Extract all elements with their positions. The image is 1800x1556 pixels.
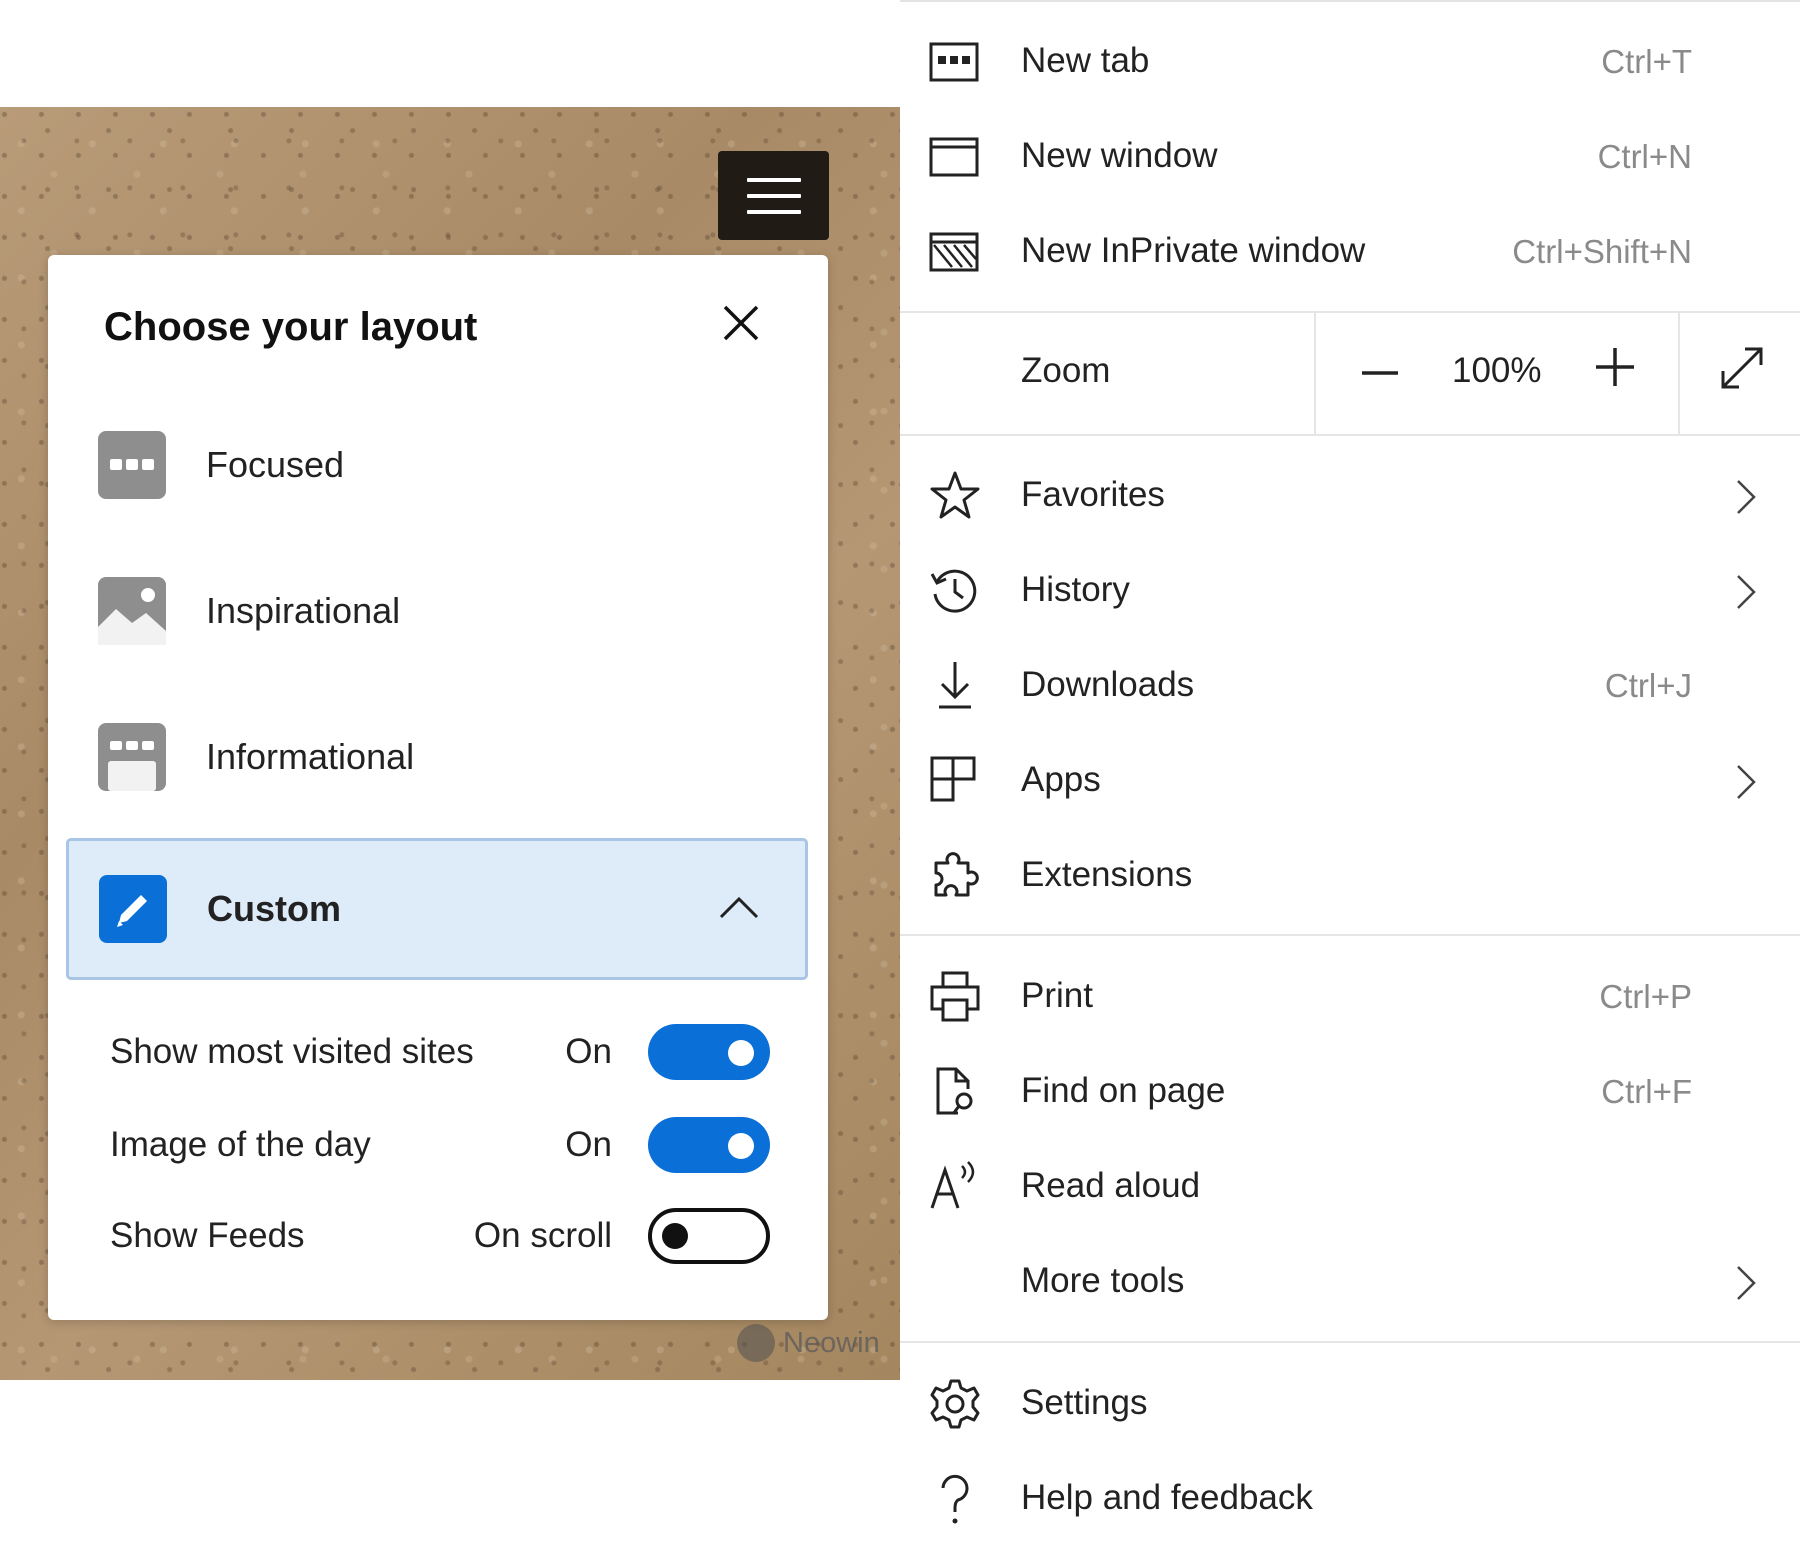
neowin-logo-icon — [737, 1324, 775, 1362]
menu-item-label: More tools — [1021, 1261, 1185, 1300]
menu-item-print[interactable]: Print Ctrl+P — [900, 952, 1800, 1042]
new-window-icon — [928, 130, 982, 184]
gear-icon — [928, 1377, 982, 1431]
menu-item-label: Print — [1021, 976, 1093, 1015]
layout-option-custom[interactable]: Custom — [66, 838, 808, 980]
zoom-separator — [1314, 313, 1316, 435]
setting-show-most-visited: Show most visited sites On — [110, 1022, 770, 1082]
menu-divider — [900, 434, 1800, 436]
fullscreen-icon[interactable] — [1717, 343, 1767, 393]
plus-icon[interactable] — [1594, 346, 1636, 388]
browser-menu: New tab Ctrl+T New window Ctrl+N New InP… — [900, 0, 1800, 1556]
zoom-label: Zoom — [1021, 351, 1111, 390]
layout-option-label: Custom — [207, 888, 341, 929]
setting-label: Image of the day — [110, 1125, 371, 1164]
setting-state: On scroll — [473, 1216, 612, 1255]
zoom-separator — [1678, 313, 1680, 435]
menu-item-favorites[interactable]: Favorites — [900, 451, 1800, 541]
chevron-right-icon — [1734, 1263, 1758, 1303]
setting-state: On — [565, 1125, 612, 1164]
menu-item-downloads[interactable]: Downloads Ctrl+J — [900, 641, 1800, 731]
menu-item-new-inprivate-window[interactable]: New InPrivate window Ctrl+Shift+N — [900, 207, 1800, 297]
menu-divider — [900, 1341, 1800, 1343]
image-of-the-day-toggle[interactable] — [648, 1117, 770, 1173]
menu-item-label: Extensions — [1021, 855, 1193, 894]
most-visited-toggle[interactable] — [648, 1024, 770, 1080]
menu-item-label: Downloads — [1021, 665, 1195, 704]
chevron-right-icon — [1734, 762, 1758, 802]
download-icon — [928, 659, 982, 713]
setting-image-of-the-day: Image of the day On — [110, 1115, 770, 1175]
menu-item-label: Apps — [1021, 760, 1101, 799]
apps-icon — [928, 754, 982, 808]
menu-item-shortcut: Ctrl+T — [1601, 43, 1692, 80]
menu-item-history[interactable]: History — [900, 546, 1800, 636]
menu-item-label: New window — [1021, 136, 1218, 175]
setting-state: On — [565, 1032, 612, 1071]
chevron-right-icon — [1734, 477, 1758, 517]
focused-layout-icon — [98, 431, 166, 499]
menu-top-divider — [900, 0, 1800, 2]
layout-option-label: Inspirational — [206, 590, 401, 631]
panel-title: Choose your layout — [104, 305, 478, 349]
menu-item-shortcut: Ctrl+Shift+N — [1512, 233, 1692, 270]
watermark-text: Neowin — [783, 1326, 880, 1359]
history-icon — [928, 564, 982, 618]
zoom-control: Zoom 100% — [900, 313, 1800, 435]
menu-item-label: History — [1021, 570, 1130, 609]
menu-item-new-tab[interactable]: New tab Ctrl+T — [900, 17, 1800, 107]
star-icon — [928, 469, 982, 523]
layout-option-label: Focused — [206, 444, 345, 485]
minus-icon[interactable] — [1360, 353, 1400, 393]
find-icon — [928, 1065, 982, 1119]
layout-option-focused[interactable]: Focused — [98, 420, 788, 510]
layout-option-label: Informational — [206, 736, 415, 777]
page-settings-menu-button[interactable] — [718, 151, 829, 240]
menu-item-settings[interactable]: Settings — [900, 1359, 1800, 1449]
close-icon[interactable] — [721, 303, 761, 343]
menu-item-label: Settings — [1021, 1383, 1148, 1422]
menu-item-label: Read aloud — [1021, 1166, 1201, 1205]
read-aloud-icon — [928, 1160, 982, 1214]
menu-item-label: Favorites — [1021, 475, 1165, 514]
chevron-right-icon — [1734, 572, 1758, 612]
menu-item-shortcut: Ctrl+N — [1597, 138, 1692, 175]
menu-item-label: New tab — [1021, 41, 1150, 80]
printer-icon — [928, 970, 982, 1024]
menu-item-apps[interactable]: Apps — [900, 736, 1800, 826]
menu-item-label: Help and feedback — [1021, 1478, 1313, 1517]
watermark: Neowin — [737, 1324, 880, 1362]
menu-item-read-aloud[interactable]: Read aloud — [900, 1142, 1800, 1232]
setting-label: Show Feeds — [110, 1216, 305, 1255]
menu-item-find-on-page[interactable]: Find on page Ctrl+F — [900, 1047, 1800, 1137]
menu-item-label: Find on page — [1021, 1071, 1226, 1110]
hamburger-icon-bar — [746, 193, 801, 198]
question-icon — [928, 1472, 982, 1526]
menu-item-shortcut: Ctrl+P — [1599, 978, 1692, 1015]
hamburger-icon-bar — [746, 209, 801, 214]
show-feeds-toggle[interactable] — [648, 1208, 770, 1264]
setting-show-feeds: Show Feeds On scroll — [110, 1206, 770, 1266]
menu-item-extensions[interactable]: Extensions — [900, 831, 1800, 921]
setting-label: Show most visited sites — [110, 1032, 474, 1071]
inprivate-icon — [928, 225, 982, 279]
new-tab-icon — [928, 35, 982, 89]
layout-option-informational[interactable]: Informational — [98, 712, 788, 802]
menu-item-shortcut: Ctrl+F — [1601, 1073, 1692, 1110]
menu-item-help-and-feedback[interactable]: Help and feedback — [900, 1454, 1800, 1544]
informational-layout-icon — [98, 723, 166, 791]
zoom-value: 100% — [1452, 351, 1542, 390]
inspirational-layout-icon — [98, 577, 166, 645]
chevron-up-icon[interactable] — [719, 891, 759, 921]
menu-divider — [900, 934, 1800, 936]
puzzle-icon — [928, 849, 982, 903]
layout-option-inspirational[interactable]: Inspirational — [98, 566, 788, 656]
menu-item-new-window[interactable]: New window Ctrl+N — [900, 112, 1800, 202]
hamburger-icon-bar — [746, 177, 801, 182]
menu-item-more-tools[interactable]: More tools — [900, 1237, 1800, 1327]
menu-item-shortcut: Ctrl+J — [1604, 667, 1692, 704]
pencil-icon — [99, 875, 167, 943]
menu-item-label: New InPrivate window — [1021, 231, 1366, 270]
